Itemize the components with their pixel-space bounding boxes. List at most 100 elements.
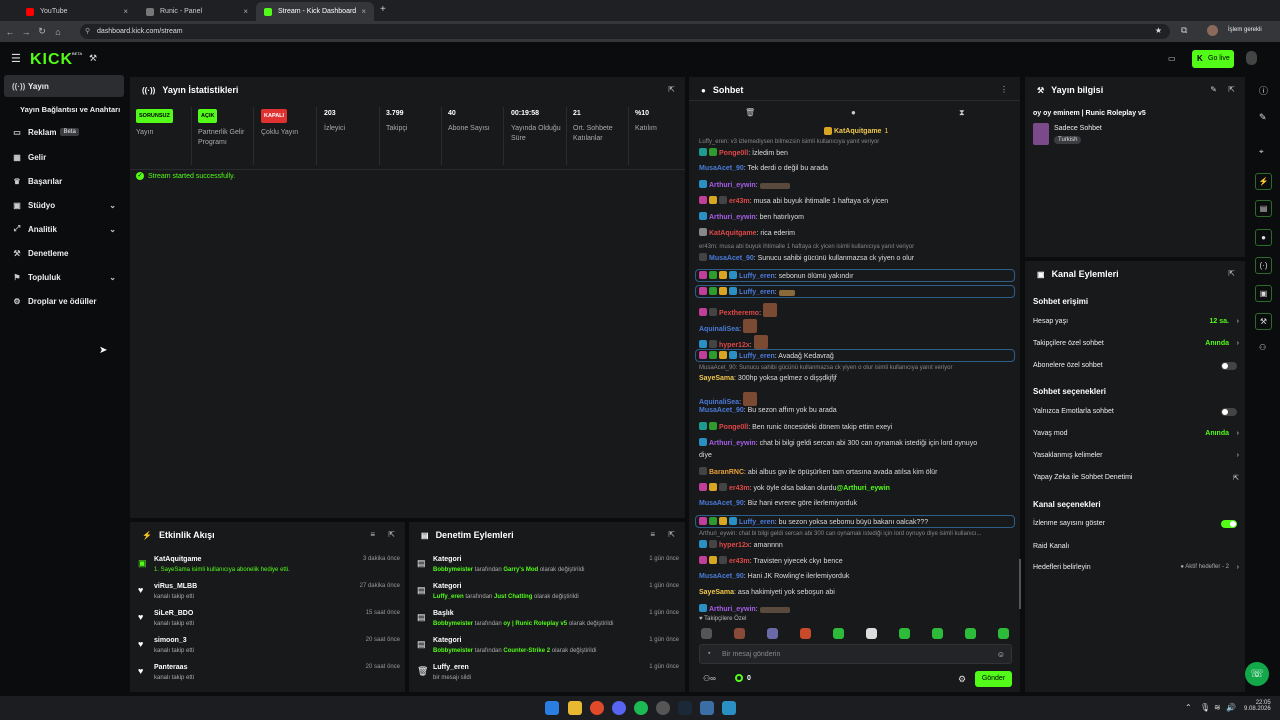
chat-username[interactable]: Luffy_eren [739, 519, 775, 526]
emote-button[interactable] [701, 628, 712, 639]
steam-icon[interactable] [678, 701, 692, 715]
chat-username[interactable]: er43m [729, 558, 750, 565]
chat-username[interactable]: MusaAcet_90 [699, 573, 744, 580]
activity-item[interactable]: ▣ KatAquitgame 1. SayeSama isimli kullanıc… [138, 556, 400, 582]
emote-button[interactable] [833, 628, 844, 639]
chat-message[interactable]: Luffy_eren: bu sezon yoksa sebomu büyü b… [695, 515, 1015, 528]
sidebar-item-2[interactable]: ▭ Reklam Beta [4, 121, 124, 143]
chat-username[interactable]: Arthuri_eywin [709, 606, 756, 613]
activity-item[interactable]: ♥ viRus_MLBB kanalı takip etti 27 dakika ön… [138, 583, 400, 609]
chat-username[interactable]: er43m [729, 485, 750, 492]
moderation-item[interactable]: ▤ Başlık Bobbymeister tarafından oy | Runi… [417, 610, 679, 636]
emote-button[interactable] [899, 628, 910, 639]
channel-setting-row[interactable]: Yapay Zeka ile Sohbet Denetimi ⇱ [1033, 474, 1239, 484]
popout-icon[interactable]: ⇱ [1228, 85, 1235, 94]
chat-message[interactable]: Luffy_eren: [695, 285, 1015, 298]
kick-logo[interactable]: KICK [30, 51, 73, 69]
home-icon[interactable]: ⌂ [50, 27, 66, 37]
chat-username[interactable]: BaranRNC [709, 469, 744, 476]
mic-icon[interactable]: 🎙 [1200, 703, 1210, 712]
more-icon[interactable]: ⋮ [1000, 85, 1008, 94]
moderation-item[interactable]: ▤ Kategori Bobbymeister tarafından Counter… [417, 637, 679, 663]
tools-icon[interactable]: ⚇ [1259, 343, 1266, 352]
sidebar-item-7[interactable]: ⚒ Denetleme [4, 242, 124, 264]
moderation-item[interactable]: 🗑 Luffy_eren bir mesajı sildi 1 gün önce [417, 664, 679, 690]
profile-status-label[interactable]: İşlem gerekli [1228, 27, 1262, 33]
avatar[interactable] [1207, 25, 1218, 36]
chat-username[interactable]: Luffy_eren [739, 273, 775, 280]
channel-setting-row[interactable]: İzlenme sayısını göster [1033, 520, 1239, 530]
chat-mode-icon[interactable]: ● [851, 108, 856, 117]
emoji-icon[interactable]: ☺ [997, 650, 1005, 659]
chat-username[interactable]: Arthuri_eywin [709, 214, 756, 221]
chat-username[interactable]: Arthuri_eywin [709, 440, 756, 447]
spotify-icon[interactable] [634, 701, 648, 715]
chevron-down-icon[interactable]: ⌄ [109, 273, 116, 282]
sidebar-item-6[interactable]: ⤢ Analitik ⌄ [4, 218, 124, 240]
rail-document-icon[interactable]: ▤ [1255, 200, 1272, 217]
channel-setting-row[interactable]: Abonelere özel sohbet [1033, 362, 1239, 372]
site-info-icon[interactable]: ⚲ [85, 27, 90, 35]
discord-icon[interactable] [612, 701, 626, 715]
toggle-switch[interactable] [1221, 520, 1237, 528]
chat-username[interactable]: Arthuri_eywin [709, 182, 756, 189]
chat-message[interactable]: Pextheremo: [699, 303, 1015, 319]
chat-message[interactable]: Arthuri_eywin: chat bi bilgi geldi serca… [699, 438, 1015, 449]
channel-setting-row[interactable]: Yalnızca Emotlarla sohbet [1033, 408, 1239, 418]
channel-setting-row[interactable]: Takipçilere özel sohbet Anında › [1033, 340, 1239, 350]
chat-message[interactable]: Arthuri_eywin: [699, 604, 1015, 615]
go-live-button[interactable]: K Go live [1192, 50, 1234, 68]
sidebar-item-3[interactable]: ▦ Gelir [4, 146, 124, 168]
chat-message[interactable]: er43m: Travisten yiyecek ckyı bence [699, 556, 1015, 567]
sidebar-item-8[interactable]: ⚑ Topluluk ⌄ [4, 266, 124, 288]
emote-button[interactable] [965, 628, 976, 639]
chat-username[interactable]: Pextheremo [719, 310, 759, 317]
filter-icon[interactable]: ≡ [650, 530, 655, 539]
chat-username[interactable]: SayeSama [699, 589, 734, 596]
sidebar-item-9[interactable]: ⚙ Droplar ve ödüller [4, 290, 124, 312]
tray-chevron-icon[interactable]: ⌃ [1185, 703, 1192, 712]
emote-button[interactable] [767, 628, 778, 639]
user-avatar[interactable] [1246, 51, 1257, 65]
app-icon-2[interactable] [722, 701, 736, 715]
chevron-right-icon[interactable]: › [1237, 430, 1239, 437]
forward-icon[interactable]: → [18, 27, 34, 37]
clock[interactable]: 22:05 9.08.2026 [1244, 700, 1271, 712]
chevron-right-icon[interactable]: › [1237, 340, 1239, 347]
channel-setting-row[interactable]: Yasaklanmış kelimeler › [1033, 452, 1239, 462]
pencil-icon[interactable]: ✎ [1259, 112, 1267, 123]
chat-message[interactable]: MusaAcet_90: Hani JK Rowling'e ilerlemiy… [699, 572, 1015, 582]
activity-item[interactable]: ♥ simoon_3 kanalı takip etti 20 saat önce [138, 637, 400, 663]
chat-username[interactable]: Ponge0ll [719, 424, 748, 431]
send-button[interactable]: Gönder [975, 671, 1012, 687]
edit-icon[interactable]: ✎ [1210, 85, 1217, 94]
chevron-right-icon[interactable]: › [1237, 452, 1239, 459]
channel-setting-row[interactable]: Raid Kanalı [1033, 543, 1239, 553]
chat-message[interactable]: SayeSama: 300hp yoksa gelmez o dişşdkjfj… [699, 374, 1015, 384]
chat-message[interactable]: MusaAcet_90: Biz hani evrene göre ilerle… [699, 499, 1015, 509]
channel-setting-row[interactable]: Hesap yaşı 12 sa. › [1033, 318, 1239, 328]
chat-username[interactable]: MusaAcet_90 [699, 407, 744, 414]
chat-message[interactable]: KatAquitgame: rica ederim [699, 228, 1015, 239]
file-explorer-icon[interactable] [568, 701, 582, 715]
close-icon[interactable]: × [361, 7, 366, 16]
emote-button[interactable] [800, 628, 811, 639]
extensions-icon[interactable]: ⧉ [1181, 25, 1187, 36]
category-name[interactable]: Sadece Sohbet [1054, 125, 1102, 132]
rail-bolt-icon[interactable]: ⚡ [1255, 173, 1272, 190]
chat-message[interactable]: Ponge0ll: Ben runic öncesideki dönem tak… [699, 422, 1015, 433]
popout-icon[interactable]: ⇱ [388, 530, 395, 539]
chat-username[interactable]: hyper12x [719, 342, 750, 349]
bookmark-star-icon[interactable]: ★ [1155, 26, 1162, 35]
app-icon[interactable] [700, 701, 714, 715]
popout-icon[interactable]: ⇱ [1228, 269, 1235, 278]
start-icon[interactable] [545, 701, 559, 715]
chat-message[interactable]: SayeSama: asa hakimiyeti yok seboşun abi [699, 588, 1015, 598]
scrollbar[interactable] [1019, 559, 1021, 609]
back-icon[interactable]: ← [2, 27, 18, 37]
chat-username[interactable]: SayeSama [699, 375, 734, 382]
rail-chat-icon[interactable]: ● [1255, 229, 1272, 246]
chat-username[interactable]: AquinaliSea [699, 326, 739, 333]
toggle-switch[interactable] [1221, 408, 1237, 416]
chat-message[interactable]: MusaAcet_90: Sunucu sahibi gücünü kullan… [699, 253, 1015, 264]
